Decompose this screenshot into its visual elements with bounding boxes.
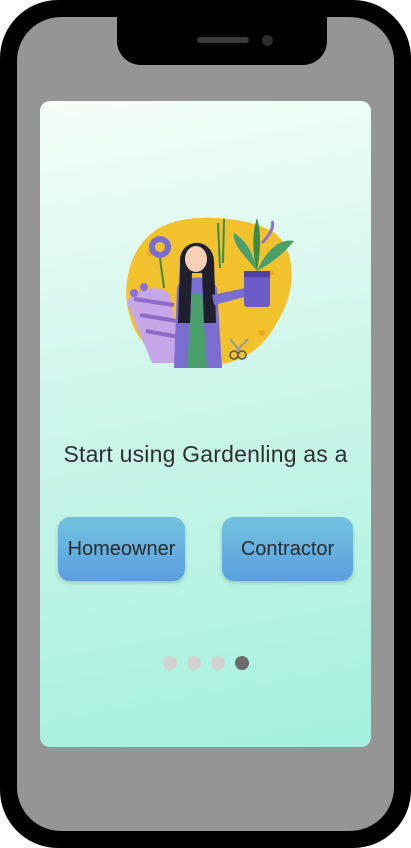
front-camera <box>262 35 273 46</box>
notch <box>117 17 327 65</box>
speaker-grille <box>197 37 249 43</box>
pagination-dots <box>40 656 371 670</box>
onboarding-prompt: Start using Gardenling as a <box>63 441 348 467</box>
contractor-button[interactable]: Contractor <box>222 517 353 581</box>
page-dot-3[interactable] <box>210 656 225 670</box>
page-dot-1[interactable] <box>162 656 177 670</box>
page-dot-2[interactable] <box>186 656 201 670</box>
page-dot-4-active[interactable] <box>234 656 249 670</box>
gardener-illustration <box>126 217 294 368</box>
app-screen: Start using Gardenling as a Homeowner Co… <box>40 101 371 747</box>
phone-frame: Start using Gardenling as a Homeowner Co… <box>0 0 411 848</box>
homeowner-button[interactable]: Homeowner <box>58 517 185 581</box>
